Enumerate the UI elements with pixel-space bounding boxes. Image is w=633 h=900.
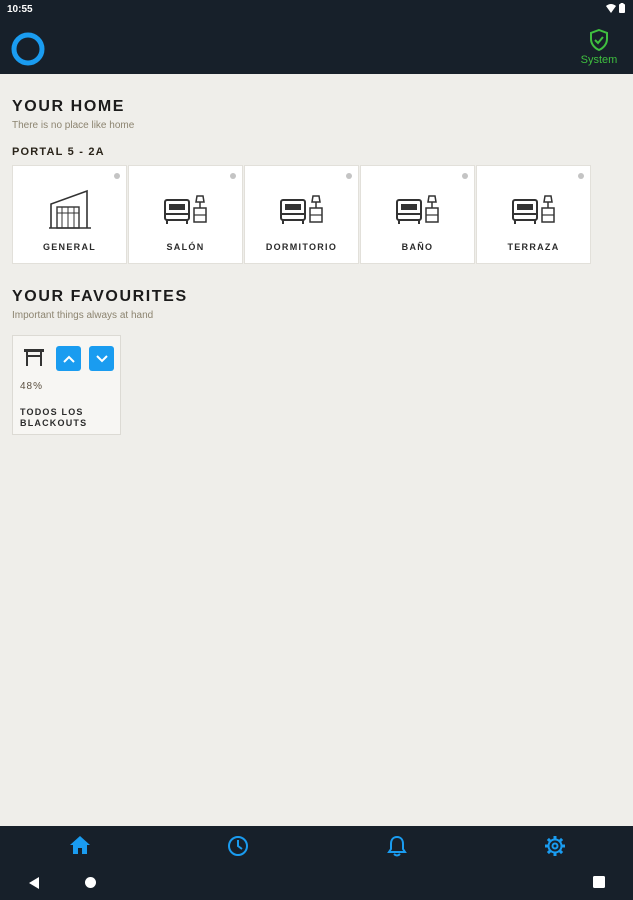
room-list: GENERAL SALÓN DORMITORIO BAÑO TERRAZA [12,165,592,264]
bedroom-icon [163,195,207,224]
nav-notifications[interactable] [385,835,409,857]
room-card-general[interactable]: GENERAL [12,165,127,264]
bedroom-icon [395,195,439,224]
main-content: YOUR HOME There is no place like home PO… [0,74,633,826]
favourites-subtitle: Important things always at hand [12,310,154,321]
building-icon [48,189,91,229]
status-dot [462,173,468,179]
room-label: GENERAL [42,242,97,252]
app-bar: System [0,20,633,74]
status-time: 10:55 [7,4,33,15]
home-title: YOUR HOME [12,98,126,115]
status-dot [578,173,584,179]
status-icons [606,3,625,13]
room-card-dormitorio[interactable]: DORMITORIO [244,165,359,264]
portal-label: PORTAL 5 - 2A [12,146,105,158]
clock-icon [228,836,248,856]
blind-up-button[interactable] [56,346,81,371]
status-dot [114,173,120,179]
room-label: SALÓN [166,242,205,252]
chevron-down-icon [95,354,108,362]
home-icon [70,836,90,854]
battery-icon [619,3,625,13]
status-dot [346,173,352,179]
system-label: System [580,54,618,66]
system-button[interactable]: System [579,28,619,66]
wifi-icon [606,3,616,13]
room-card-bano[interactable]: BAÑO [360,165,475,264]
shield-check-icon [590,28,608,52]
room-label: BAÑO [401,242,434,252]
favourite-card[interactable]: 48% TODOS LOS BLACKOUTS [12,335,121,435]
nav-schedule[interactable] [226,835,250,857]
bedroom-icon [279,195,323,224]
gear-icon [545,836,565,856]
bedroom-icon [511,195,555,224]
blind-percentage: 48% [20,381,44,392]
bottom-nav [0,826,633,866]
room-card-terraza[interactable]: TERRAZA [476,165,591,264]
system-nav-bar [0,866,633,900]
status-bar: 10:55 [0,0,633,20]
room-label: TERRAZA [507,242,560,252]
bell-icon [387,835,407,857]
app-logo-icon [11,32,45,66]
favourites-title: YOUR FAVOURITES [12,288,188,305]
chevron-up-icon [62,355,75,363]
blind-down-button[interactable] [89,346,114,371]
blind-icon [24,349,44,366]
home-circle-icon[interactable] [84,876,97,889]
recents-icon[interactable] [593,876,605,888]
room-label: DORMITORIO [265,242,338,252]
home-subtitle: There is no place like home [12,120,135,131]
nav-home[interactable] [68,835,92,857]
room-card-salon[interactable]: SALÓN [128,165,243,264]
back-icon[interactable] [28,876,40,890]
nav-settings[interactable] [543,835,567,857]
status-dot [230,173,236,179]
favourite-name: TODOS LOS BLACKOUTS [20,407,88,428]
